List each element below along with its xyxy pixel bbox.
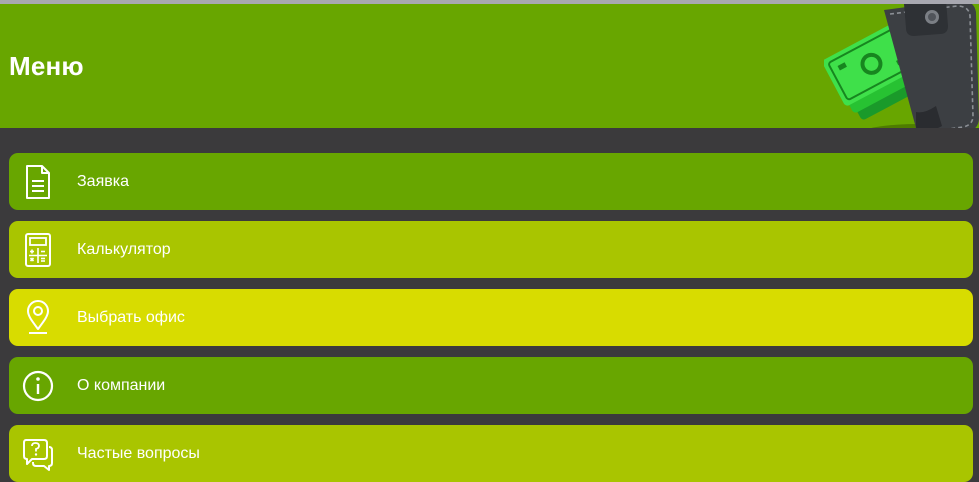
menu-item-label: Заявка [77,173,129,190]
menu-item-choose-office[interactable]: Выбрать офис [9,289,973,346]
app-header: Меню [0,4,979,128]
menu-item-label: Калькулятор [77,241,171,258]
question-bubbles-icon [23,439,53,471]
menu-item-application[interactable]: Заявка [9,153,973,210]
wallet-money-icon [824,4,979,128]
menu-item-faq[interactable]: Частые вопросы [9,425,973,482]
calculator-icon [25,233,51,267]
menu-item-about-company[interactable]: О компании [9,357,973,414]
menu-item-label: Выбрать офис [77,309,185,326]
info-icon [22,370,54,402]
menu-item-label: Частые вопросы [77,445,200,462]
menu-item-calculator[interactable]: Калькулятор [9,221,973,278]
document-icon [26,165,50,199]
page-title: Меню [9,51,84,81]
menu-item-label: О компании [77,377,166,394]
location-pin-icon [27,300,49,334]
